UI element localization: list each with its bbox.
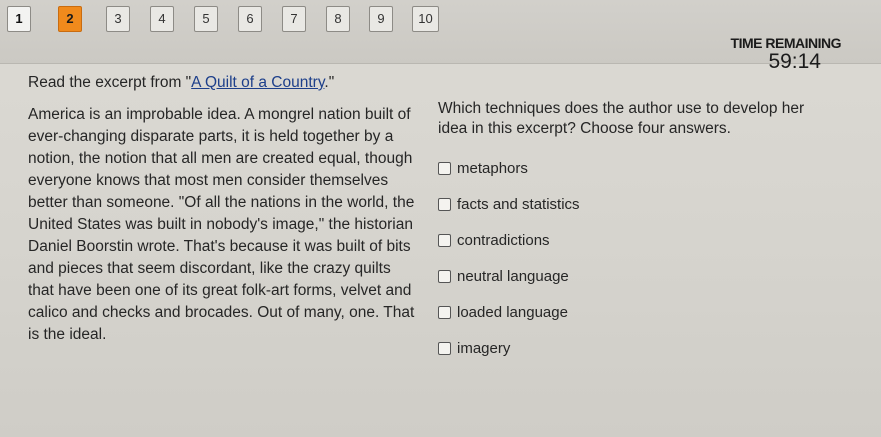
option-imagery[interactable]: imagery — [438, 330, 758, 366]
question-nav-6[interactable]: 6 — [238, 6, 262, 32]
top-bar: 1 2 3 4 5 6 7 8 9 10 TIME REMAINING 59:1… — [0, 0, 881, 73]
passage-intro: Read the excerpt from " — [28, 74, 192, 91]
checkbox-neutral-language[interactable] — [438, 269, 451, 283]
option-contradictions[interactable]: contradictions — [438, 222, 758, 258]
option-neutral-language[interactable]: neutral language — [438, 258, 758, 294]
option-label: contradictions — [457, 231, 550, 249]
passage-heading: Read the excerpt from "A Quilt of a Coun… — [28, 72, 418, 94]
question-nav-2[interactable]: 2 — [58, 6, 82, 32]
question-prompt: Which techniques does the author use to … — [438, 100, 805, 137]
question-nav-5[interactable]: 5 — [194, 6, 218, 32]
checkbox-metaphors[interactable] — [438, 161, 451, 175]
answer-options: metaphors facts and statistics contradic… — [438, 150, 758, 366]
option-label: metaphors — [457, 159, 528, 177]
option-loaded-language[interactable]: loaded language — [438, 294, 758, 330]
question-nav-10[interactable]: 10 — [412, 6, 439, 32]
option-label: neutral language — [457, 267, 569, 285]
option-facts-and-statistics[interactable]: facts and statistics — [438, 186, 758, 222]
question-nav-9[interactable]: 9 — [369, 6, 393, 32]
time-remaining-label: TIME REMAINING — [730, 35, 842, 51]
option-label: imagery — [457, 339, 511, 357]
checkbox-facts-and-statistics[interactable] — [438, 197, 451, 211]
question-nav-7[interactable]: 7 — [282, 6, 306, 32]
option-label: loaded language — [457, 303, 568, 321]
passage-text: America is an improbable idea. A mongrel… — [28, 106, 415, 343]
question-nav-8[interactable]: 8 — [326, 6, 350, 32]
question-nav-4[interactable]: 4 — [150, 6, 174, 32]
passage-title-link[interactable]: A Quilt of a Country — [191, 74, 324, 91]
checkbox-loaded-language[interactable] — [438, 305, 451, 319]
passage-intro-end: ." — [324, 74, 335, 91]
time-remaining-value: 59:14 — [768, 50, 821, 73]
question-nav-1[interactable]: 1 — [7, 6, 31, 32]
checkbox-contradictions[interactable] — [438, 233, 451, 247]
option-metaphors[interactable]: metaphors — [438, 150, 758, 186]
passage-panel: Read the excerpt from "A Quilt of a Coun… — [28, 72, 418, 346]
option-label: facts and statistics — [457, 195, 580, 213]
checkbox-imagery[interactable] — [438, 341, 451, 355]
question-nav-3[interactable]: 3 — [106, 6, 130, 32]
